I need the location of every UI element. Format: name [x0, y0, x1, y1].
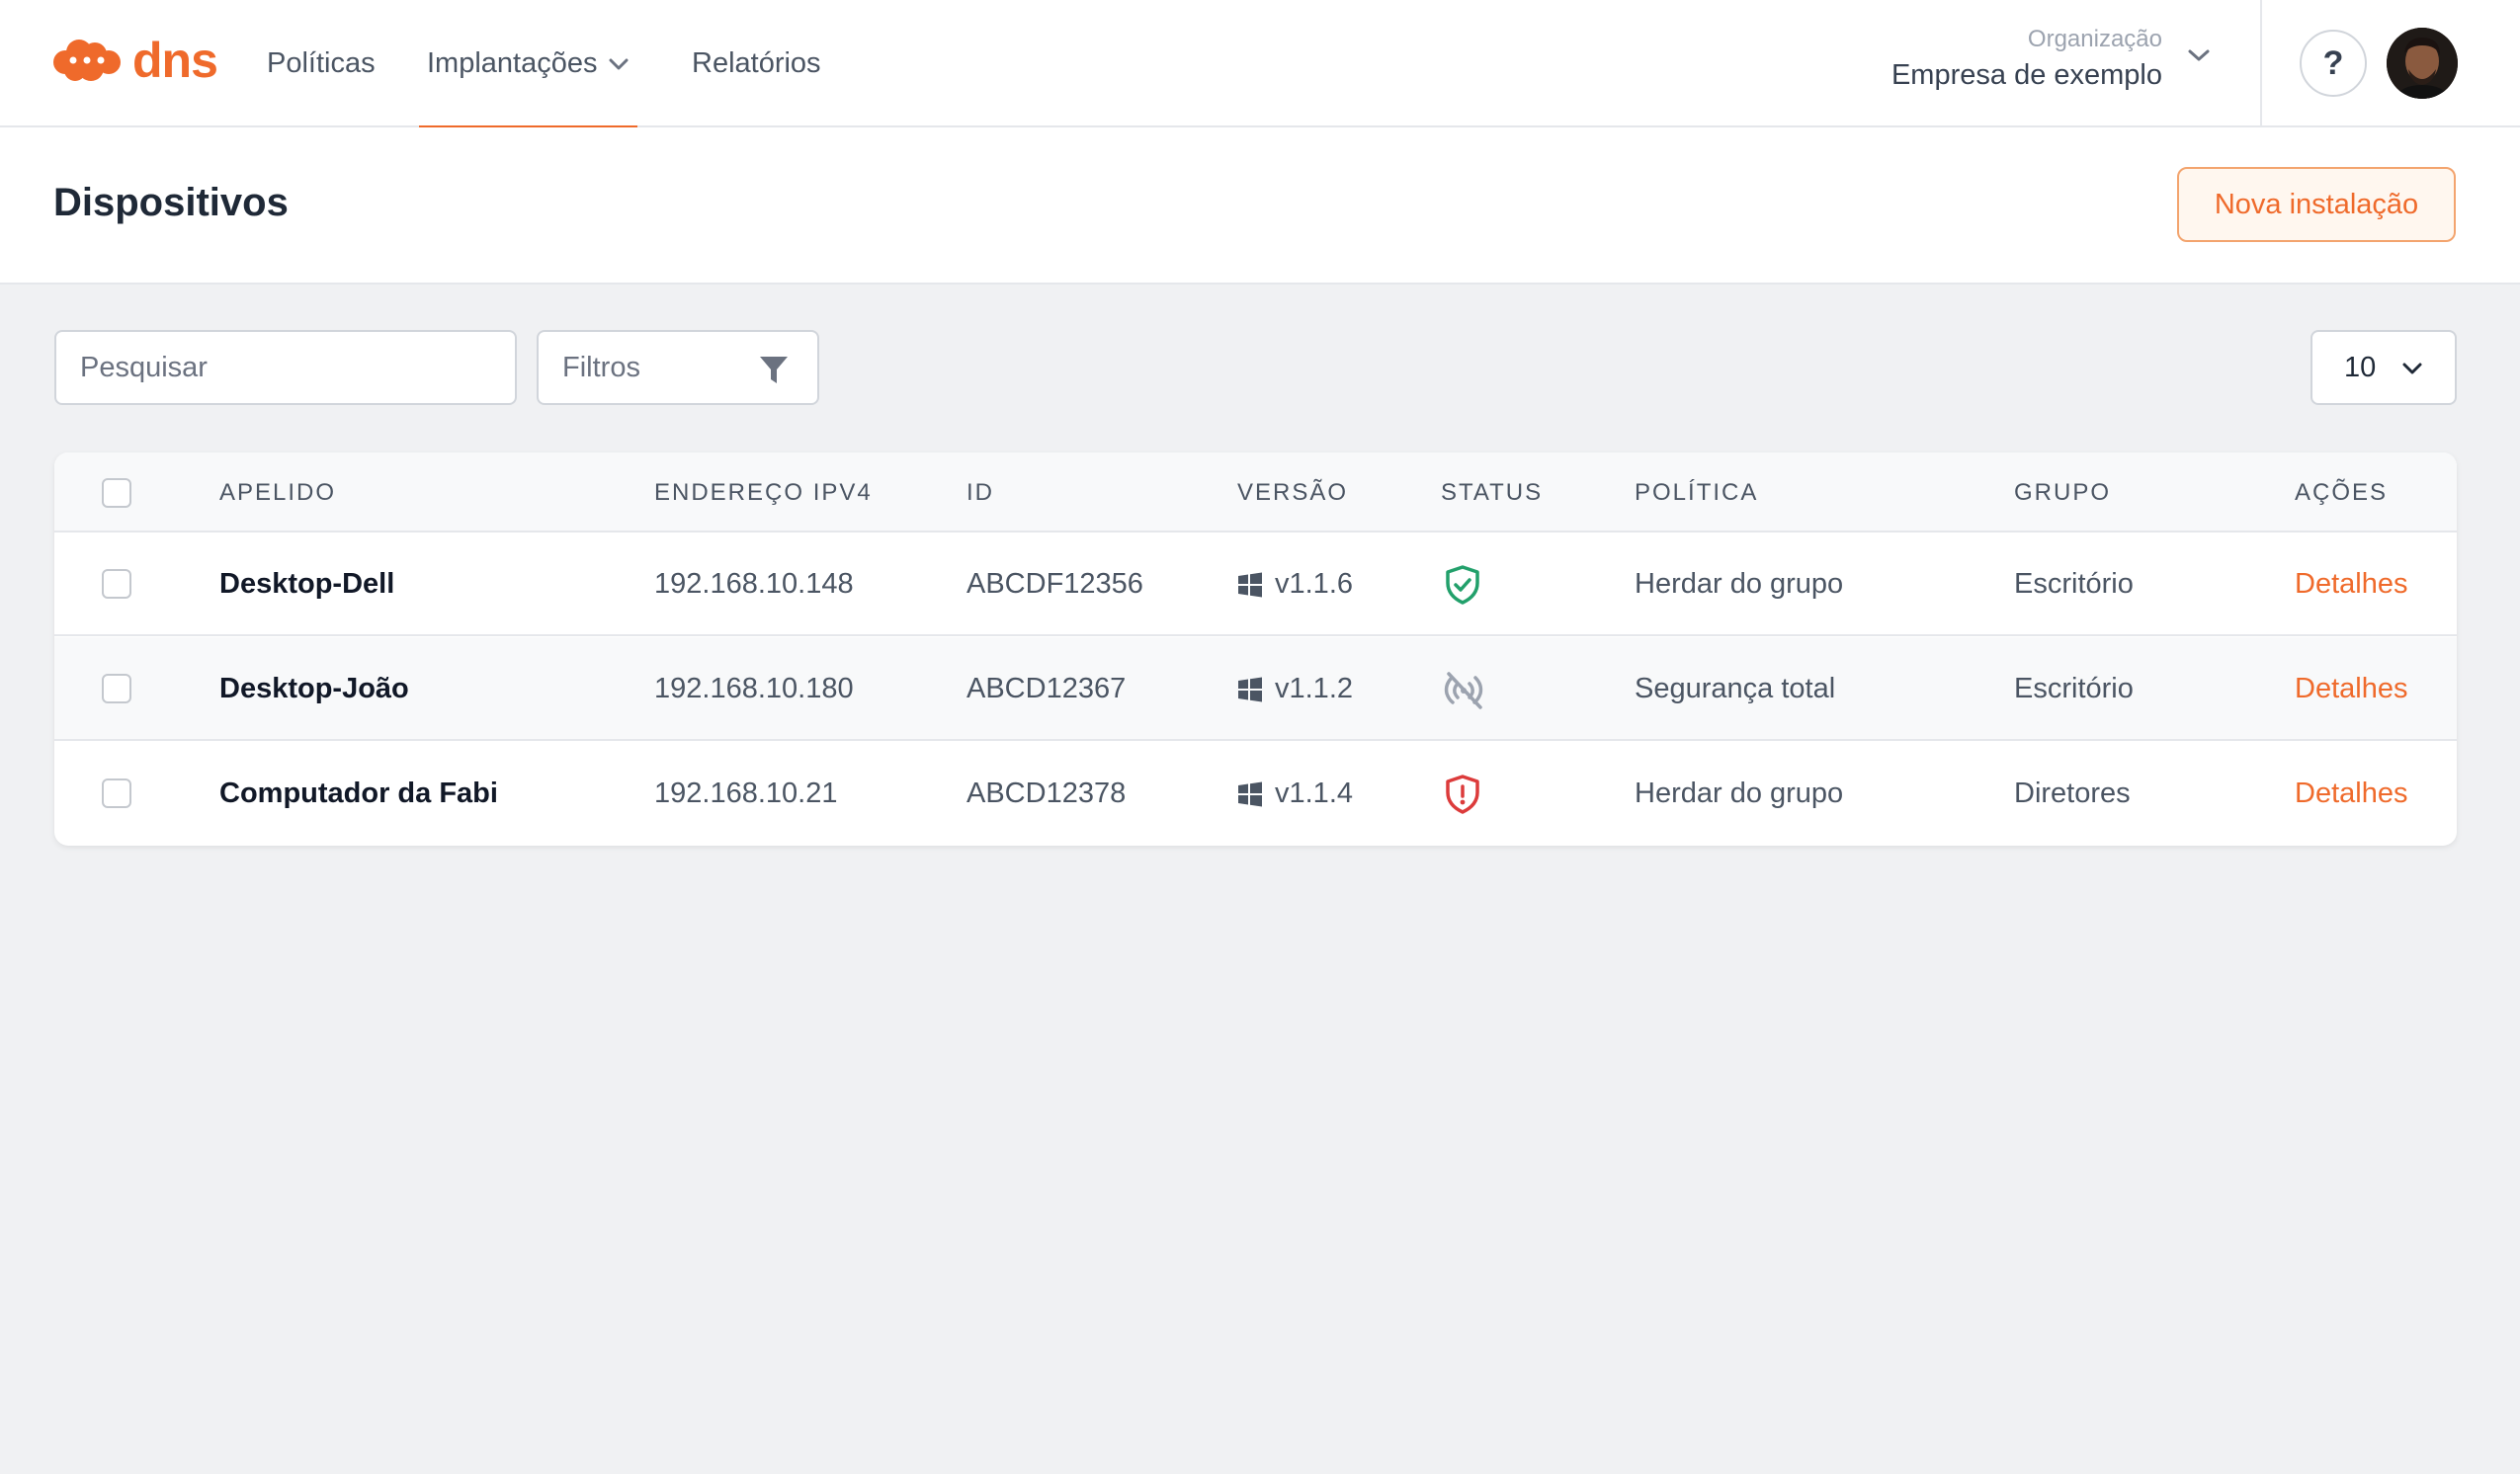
device-id: ABCD12367	[966, 673, 1127, 704]
table-row[interactable]: Computador da Fabi 192.168.10.21 ABCD123…	[54, 742, 2457, 846]
filter-icon	[760, 357, 788, 383]
organization-name: Empresa de exemplo	[1890, 59, 2162, 91]
per-page-value: 10	[2344, 351, 2377, 383]
search-placeholder: Pesquisar	[80, 351, 208, 383]
avatar[interactable]	[2387, 28, 2458, 99]
device-version: v1.1.4	[1237, 742, 1353, 846]
row-checkbox[interactable]	[102, 674, 131, 703]
cloud-logo-icon	[53, 40, 121, 81]
device-id: ABCDF12356	[966, 568, 1143, 600]
column-header-apelido[interactable]: APELIDO	[219, 452, 336, 532]
table-row[interactable]: Desktop-Dell 192.168.10.148 ABCDF12356 v…	[54, 532, 2457, 636]
divider	[2260, 0, 2262, 125]
filters-dropdown[interactable]: Filtros	[537, 330, 819, 405]
column-header-ipv4[interactable]: ENDEREÇO IPV4	[654, 452, 873, 532]
nav-item-label: Políticas	[267, 47, 376, 79]
select-all-checkbox[interactable]	[102, 478, 131, 508]
table-row[interactable]: Desktop-João 192.168.10.180 ABCD12367 v1…	[54, 637, 2457, 741]
device-ip: 192.168.10.148	[654, 568, 854, 600]
device-status	[1441, 742, 1484, 846]
nav-item-implantacoes[interactable]: Implantações	[419, 0, 636, 129]
device-status	[1441, 532, 1484, 636]
shield-check-icon	[1446, 564, 1479, 605]
help-button[interactable]: ?	[2300, 30, 2367, 97]
windows-icon	[1238, 677, 1262, 701]
device-name: Computador da Fabi	[219, 778, 498, 809]
device-group: Escritório	[2014, 568, 2134, 600]
top-navigation-bar: dns Políticas Implantações Relatórios Or…	[0, 0, 2520, 129]
device-group: Escritório	[2014, 673, 2134, 704]
chevron-down-icon[interactable]	[2186, 47, 2212, 63]
table-header: APELIDO ENDEREÇO IPV4 ID VERSÃO STATUS P…	[54, 452, 2457, 532]
device-policy: Segurança total	[1635, 673, 1836, 704]
shield-alert-icon	[1446, 774, 1479, 814]
search-input[interactable]: Pesquisar	[54, 330, 517, 405]
device-ip: 192.168.10.180	[654, 673, 854, 704]
column-header-status[interactable]: STATUS	[1441, 452, 1543, 532]
nav-item-relatorios[interactable]: Relatórios	[692, 0, 821, 127]
page-header: Dispositivos Nova instalação	[0, 127, 2520, 285]
version-label: v1.1.2	[1275, 673, 1353, 704]
new-installation-button[interactable]: Nova instalação	[2177, 167, 2456, 242]
device-policy: Herdar do grupo	[1635, 568, 1844, 600]
device-id: ABCD12378	[966, 778, 1127, 809]
nav-item-politicas[interactable]: Políticas	[267, 0, 376, 127]
version-label: v1.1.4	[1275, 778, 1353, 809]
nav-item-label: Relatórios	[692, 47, 821, 79]
column-header-versao[interactable]: VERSÃO	[1237, 452, 1348, 532]
device-name: Desktop-João	[219, 673, 409, 704]
device-group: Diretores	[2014, 778, 2131, 809]
chevron-down-icon	[609, 58, 628, 69]
row-checkbox[interactable]	[102, 569, 131, 599]
device-policy: Herdar do grupo	[1635, 778, 1844, 809]
version-label: v1.1.6	[1275, 568, 1353, 600]
organization-label: Organização	[2027, 26, 2162, 52]
chevron-down-icon	[2402, 363, 2422, 374]
windows-icon	[1238, 781, 1262, 806]
device-status	[1441, 637, 1486, 741]
device-version: v1.1.2	[1237, 637, 1353, 741]
devices-table: APELIDO ENDEREÇO IPV4 ID VERSÃO STATUS P…	[54, 452, 2457, 846]
column-header-acoes: AÇÕES	[2295, 478, 2389, 506]
nav-item-label: Implantações	[427, 47, 598, 79]
help-icon: ?	[2322, 43, 2344, 82]
page-title: Dispositivos	[53, 181, 289, 224]
details-link[interactable]: Detalhes	[2295, 532, 2407, 636]
user-avatar-icon	[2387, 28, 2458, 99]
column-header-grupo[interactable]: GRUPO	[2014, 452, 2111, 532]
row-checkbox[interactable]	[102, 778, 131, 808]
column-header-id[interactable]: ID	[966, 452, 994, 532]
device-version: v1.1.6	[1237, 532, 1353, 636]
device-name: Desktop-Dell	[219, 568, 395, 600]
per-page-select[interactable]: 10	[2310, 330, 2457, 405]
logo[interactable]: dns	[51, 33, 218, 88]
device-ip: 192.168.10.21	[654, 778, 838, 809]
signal-off-icon	[1444, 671, 1483, 709]
details-link[interactable]: Detalhes	[2295, 742, 2407, 846]
organization-selector[interactable]: Organização Empresa de exemplo	[1891, 26, 2162, 92]
column-header-politica[interactable]: POLÍTICA	[1635, 452, 1758, 532]
filters-label: Filtros	[562, 351, 640, 383]
details-link[interactable]: Detalhes	[2295, 637, 2407, 741]
logo-text: dns	[132, 33, 218, 88]
windows-icon	[1238, 572, 1262, 597]
